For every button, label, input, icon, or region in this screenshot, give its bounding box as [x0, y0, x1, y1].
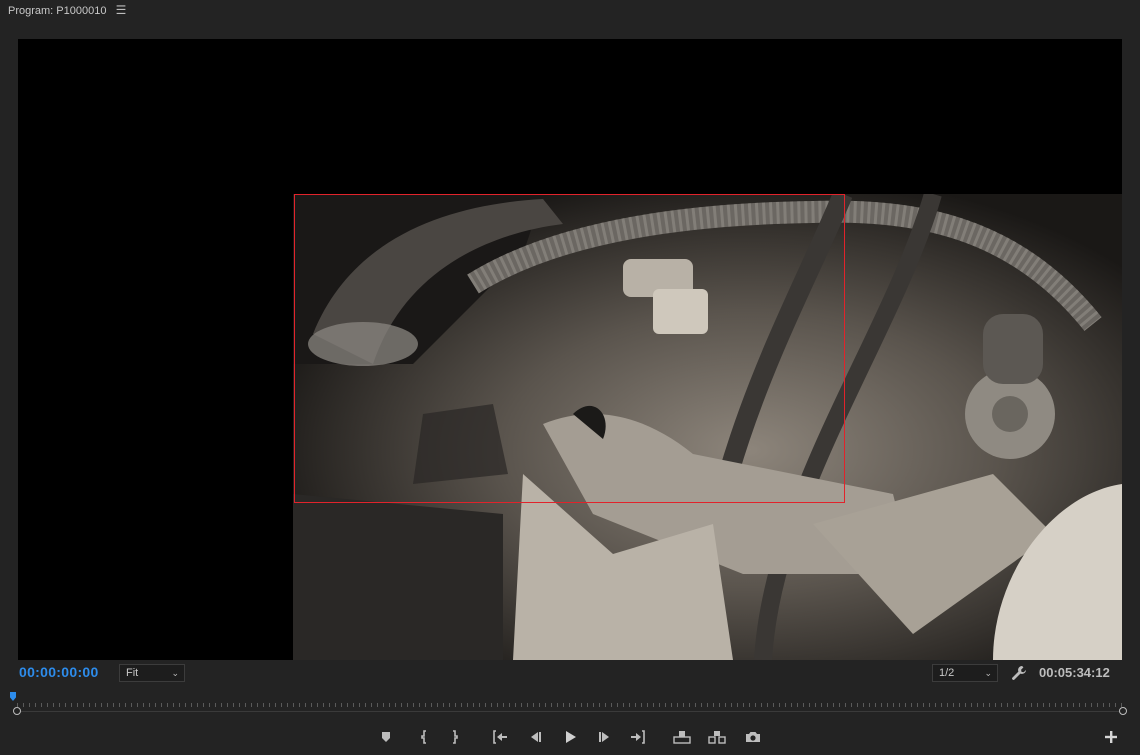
wrench-icon[interactable] — [1011, 665, 1027, 681]
mark-in-icon[interactable] — [414, 727, 434, 747]
viewer-controls-row: 00:00:00:00 Fit ⌄ 1/2 ⌄ 00:05:34:12 — [0, 662, 1140, 684]
step-back-icon[interactable] — [525, 727, 545, 747]
chevron-down-icon: ⌄ — [171, 668, 179, 678]
playback-resolution-select[interactable]: 1/2 ⌄ — [932, 664, 998, 682]
zoom-level-value: Fit — [126, 667, 139, 679]
panel-title: Program: P1000010 — [8, 5, 107, 17]
playback-resolution-value: 1/2 — [939, 667, 955, 679]
zoom-scrollbar-track[interactable] — [17, 711, 1123, 712]
go-to-in-icon[interactable] — [490, 727, 510, 747]
panel-header: Program: P1000010 ☰ — [0, 0, 1140, 24]
extract-icon[interactable] — [707, 727, 727, 747]
step-forward-icon[interactable] — [595, 727, 615, 747]
mark-out-icon[interactable] — [445, 727, 465, 747]
transport-controls — [0, 727, 1140, 747]
zoom-handle-left[interactable] — [13, 707, 21, 715]
hamburger-menu-icon[interactable]: ☰ — [114, 3, 128, 19]
playhead[interactable] — [10, 692, 16, 701]
time-ruler-scrubber[interactable] — [10, 692, 1132, 718]
video-frame — [293, 194, 1122, 660]
duration-timecode: 00:05:34:12 — [1039, 665, 1110, 680]
zoom-level-select[interactable]: Fit ⌄ — [119, 664, 185, 682]
play-icon[interactable] — [560, 727, 580, 747]
zoom-handle-right[interactable] — [1119, 707, 1127, 715]
plus-icon[interactable] — [1103, 729, 1119, 745]
current-timecode[interactable]: 00:00:00:00 — [19, 664, 99, 680]
go-to-out-icon[interactable] — [628, 727, 648, 747]
chevron-down-icon: ⌄ — [984, 668, 992, 678]
program-monitor-viewer[interactable] — [18, 39, 1122, 660]
export-frame-icon[interactable] — [743, 727, 763, 747]
add-marker-icon[interactable] — [376, 727, 396, 747]
lift-icon[interactable] — [672, 727, 692, 747]
time-ruler-ticks — [17, 700, 1123, 707]
